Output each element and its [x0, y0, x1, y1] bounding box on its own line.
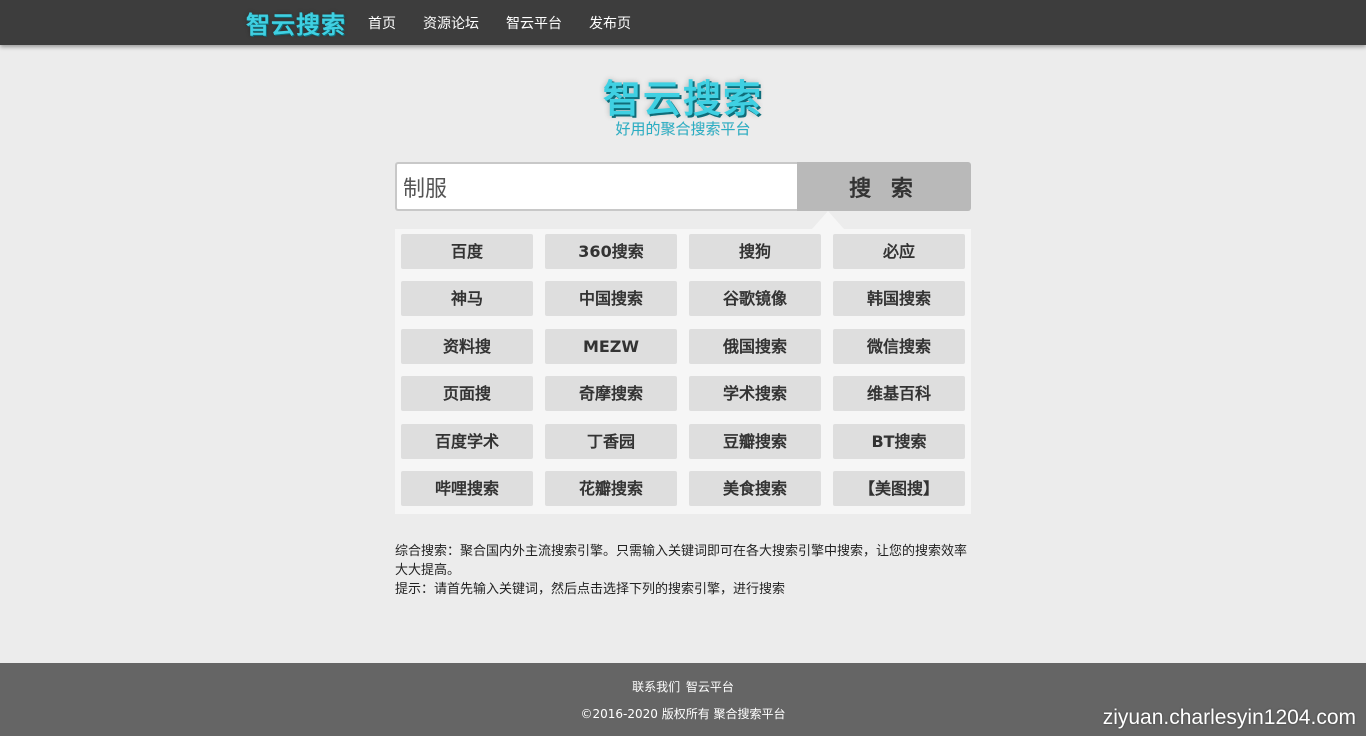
engine-button[interactable]: 丁香园 — [545, 424, 677, 459]
engine-button[interactable]: 奇摩搜索 — [545, 376, 677, 411]
footer-links: 联系我们 智云平台 — [0, 678, 1366, 695]
engine-button[interactable]: 俄国搜索 — [689, 329, 821, 364]
main-nav: 首页 资源论坛 智云平台 发布页 — [368, 0, 658, 45]
description: 综合搜索：聚合国内外主流搜索引擎。只需输入关键词即可在各大搜索引擎中搜索，让您的… — [395, 542, 975, 599]
engine-button[interactable]: 花瓣搜索 — [545, 471, 677, 506]
center-logo: 智云搜索 好用的聚合搜索平台 — [583, 76, 783, 139]
engine-button[interactable]: 神马 — [401, 281, 533, 316]
engine-button[interactable]: 学术搜索 — [689, 376, 821, 411]
engine-button[interactable]: BT搜索 — [833, 424, 965, 459]
engine-button[interactable]: 维基百科 — [833, 376, 965, 411]
nav-zhiyun-platform[interactable]: 智云平台 — [506, 13, 562, 33]
engine-button[interactable]: 【美图搜】 — [833, 471, 965, 506]
engine-panel-pointer — [812, 211, 844, 229]
engine-button[interactable]: MEZW — [545, 329, 677, 364]
description-tip: 提示：请首先输入关键词，然后点击选择下列的搜索引擎，进行搜索 — [395, 582, 786, 597]
engine-button[interactable]: 百度 — [401, 234, 533, 269]
footer-contact-link[interactable]: 联系我们 — [632, 680, 680, 694]
nav-release-page[interactable]: 发布页 — [589, 13, 631, 33]
engine-button[interactable]: 微信搜索 — [833, 329, 965, 364]
engine-button[interactable]: 必应 — [833, 234, 965, 269]
logo-title: 智云搜索 — [602, 77, 763, 121]
engine-button[interactable]: 豆瓣搜索 — [689, 424, 821, 459]
engine-grid: 百度 360搜索 搜狗 必应神马 中国搜索 谷歌镜像 韩国搜索资料搜 MEZW 俄国搜索 微信搜索… — [395, 229, 971, 514]
engine-button[interactable]: 360搜索 — [545, 234, 677, 269]
nav-home[interactable]: 首页 — [368, 13, 396, 33]
engine-button[interactable]: 美食搜索 — [689, 471, 821, 506]
footer-platform-link[interactable]: 智云平台 — [686, 680, 734, 694]
engine-button[interactable]: 百度学术 — [401, 424, 533, 459]
engine-button[interactable]: 哔哩搜索 — [401, 471, 533, 506]
nav-resource-forum[interactable]: 资源论坛 — [423, 13, 479, 33]
engine-button[interactable]: 页面搜 — [401, 376, 533, 411]
engine-button[interactable]: 资料搜 — [401, 329, 533, 364]
description-intro: 综合搜索：聚合国内外主流搜索引擎。只需输入关键词即可在各大搜索引擎中搜索，让您的… — [395, 544, 968, 578]
watermark: ziyuan.charlesyin1204.com — [1102, 706, 1356, 729]
search-bar: 搜 索 — [395, 162, 971, 211]
engine-button[interactable]: 中国搜索 — [545, 281, 677, 316]
brand-logo[interactable]: 智云搜索 — [246, 5, 346, 40]
engine-button[interactable]: 搜狗 — [689, 234, 821, 269]
search-button[interactable]: 搜 索 — [797, 162, 971, 211]
search-input[interactable] — [395, 162, 799, 211]
engine-button[interactable]: 韩国搜索 — [833, 281, 965, 316]
top-navbar: 智云搜索 首页 资源论坛 智云平台 发布页 — [0, 0, 1366, 45]
engine-button[interactable]: 谷歌镜像 — [689, 281, 821, 316]
